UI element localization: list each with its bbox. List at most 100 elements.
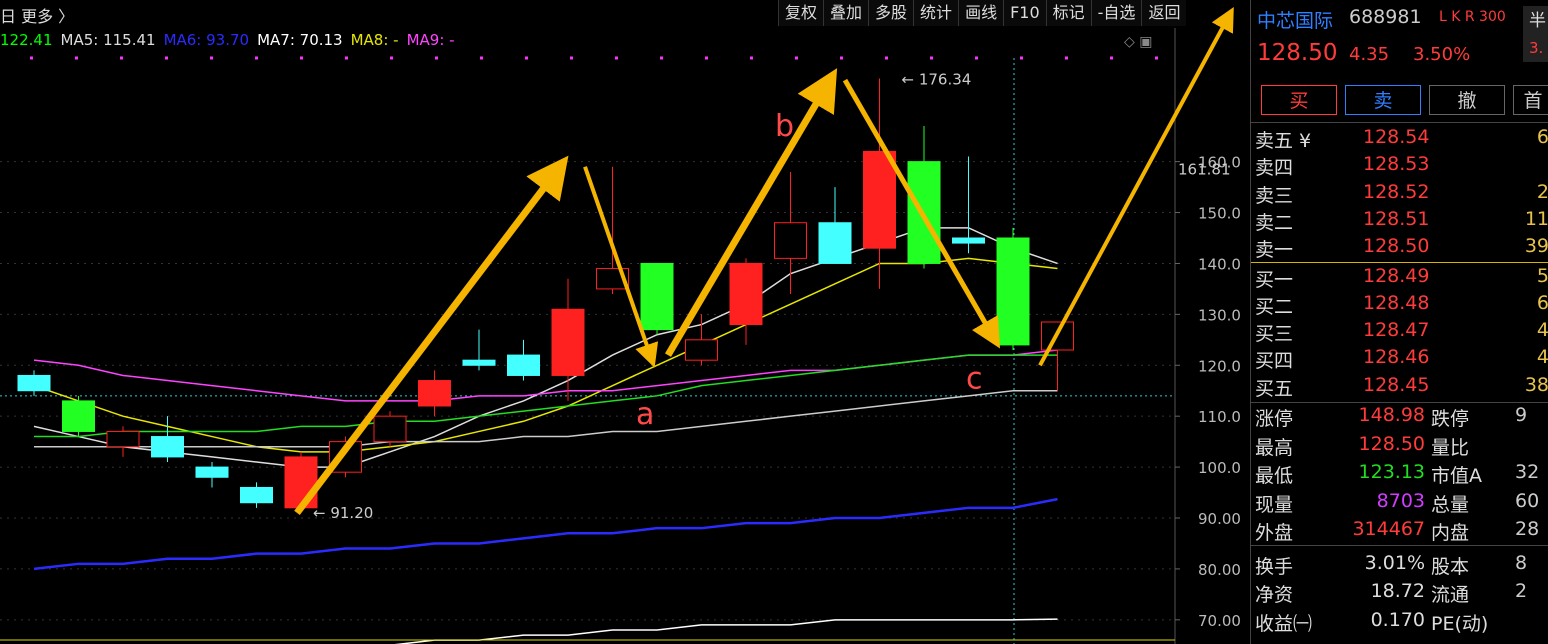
level-volume: 38 — [1524, 373, 1548, 396]
kline-chart[interactable]: 160.0150.0140.0130.0120.0110.0100.090.00… — [0, 0, 1250, 644]
stats-row: 现量 8703 总量 60 — [1255, 488, 1548, 516]
level-label: 卖四 — [1255, 157, 1294, 180]
ma-line-ma5b — [34, 389, 1058, 448]
stat-value: 60 — [1515, 489, 1540, 512]
buy-button[interactable]: 买 — [1261, 85, 1337, 115]
level-label: 卖二 — [1255, 211, 1294, 234]
toolbar-button[interactable]: 画线 — [958, 0, 1004, 26]
ma-legend-item: MA5: 115.41 — [60, 31, 156, 49]
period-selector[interactable]: 日 更多 〉 — [0, 3, 74, 27]
chart-settings-icons[interactable]: ◇ ▣ — [1124, 34, 1152, 50]
stat-label: 市值A — [1431, 465, 1482, 487]
last-price: 128.50 — [1257, 40, 1338, 66]
stat-value: 9 — [1515, 404, 1528, 426]
wave-label: b — [775, 109, 794, 144]
divider — [1251, 545, 1548, 546]
level-label: 卖一 — [1255, 239, 1294, 262]
toolbar-button[interactable]: 标记 — [1045, 0, 1091, 26]
stat-value: 28 — [1515, 518, 1540, 540]
stat-value: 2 — [1515, 580, 1528, 602]
stat-value: 8 — [1515, 551, 1528, 574]
ma-line-ma9 — [33, 349, 1058, 402]
half-button[interactable]: 半 3. — [1523, 6, 1548, 62]
stat-label: 最低 — [1255, 465, 1294, 487]
stat-value: 0.170 — [1370, 608, 1425, 631]
stats-row: 换手 3.01% 股本 8 — [1255, 550, 1548, 578]
ask-row[interactable]: 卖二 128.51 11 — [1255, 206, 1548, 234]
candle-body — [774, 222, 807, 259]
stat-value: 32 — [1515, 461, 1540, 483]
quote-panel: 中芯国际 688981 L K R 300 半 3. 128.50 4.35 3… — [1250, 0, 1548, 644]
bid-row[interactable]: 买一 128.49 5 — [1255, 263, 1548, 291]
stat-label: 涨停 — [1255, 408, 1294, 430]
stock-name[interactable]: 中芯国际 — [1257, 6, 1333, 33]
stat-label: PE(动) — [1431, 612, 1489, 635]
wave-arrow-up-1 — [294, 155, 569, 516]
ma-legend-item: MA7: 70.13 — [257, 31, 343, 49]
stat-label: 跌停 — [1431, 408, 1470, 430]
level-price: 128.45 — [1363, 373, 1430, 396]
bid-row[interactable]: 买二 128.48 6 — [1255, 290, 1548, 318]
bid-row[interactable]: 买三 128.47 4 — [1255, 317, 1548, 346]
stat-label: 外盘 — [1255, 522, 1294, 544]
stat-value: 148.98 — [1358, 404, 1425, 426]
level-label: 卖三 — [1255, 184, 1294, 207]
toolbar-button[interactable]: 返回 — [1141, 0, 1187, 26]
ma-legend-item: MA8: - — [350, 31, 399, 49]
stat-value: 128.50 — [1358, 432, 1425, 455]
level-price: 128.52 — [1363, 180, 1430, 203]
candle-body — [284, 456, 318, 509]
toolbar-button[interactable]: 复权 — [778, 0, 824, 26]
level-volume: 11 — [1524, 207, 1548, 230]
toolbar-button[interactable]: 叠加 — [823, 0, 869, 26]
level-price: 128.53 — [1363, 153, 1430, 176]
cancel-order-button[interactable]: 撤 — [1429, 85, 1505, 115]
stat-label: 流通 — [1431, 584, 1470, 606]
bid-row[interactable]: 买四 128.46 4 — [1255, 344, 1548, 372]
stock-tag: L K R 300 — [1439, 9, 1506, 25]
stat-value: 18.72 — [1370, 580, 1425, 602]
kline-chart-area[interactable]: 160.0 150.0 140.0 130.0 120.0 110.0 100.0 90.00… — [0, 0, 1250, 644]
trade-buttons: 买 卖 撤 首 — [1261, 85, 1548, 115]
level-volume: 4 — [1536, 346, 1548, 369]
toolbar-button[interactable]: 多股 — [868, 0, 914, 26]
ask-row[interactable]: 卖五 ¥ 128.54 6 — [1255, 124, 1548, 152]
candle-body — [818, 222, 852, 264]
stats-row: 收益㈠ 0.170 PE(动) — [1255, 607, 1548, 635]
divider — [1251, 122, 1548, 123]
ask-row[interactable]: 卖一 128.50 39 — [1255, 233, 1548, 262]
toolbar-button[interactable]: 统计 — [913, 0, 959, 26]
level-price: 128.47 — [1363, 319, 1430, 342]
ma-legend: 122.41 MA5: 115.41 MA6: 93.70 MA7: 70.13 MA8… — [0, 31, 463, 49]
ma-line-ma6 — [33, 497, 1058, 571]
wave-label: c — [966, 362, 983, 397]
candle-body — [17, 374, 51, 392]
level-label: 买三 — [1255, 323, 1294, 346]
level-volume: 4 — [1536, 319, 1548, 342]
level-price: 128.49 — [1363, 264, 1430, 287]
candle-body — [863, 150, 896, 249]
stock-code: 688981 — [1349, 6, 1422, 28]
toolbar-button[interactable]: -自选 — [1090, 0, 1142, 26]
axis-tick-label: 110.0 — [1198, 408, 1241, 426]
stats-row: 最低 123.13 市值A 32 — [1255, 459, 1548, 487]
half-small-value: 3. — [1529, 39, 1544, 57]
stat-value: 3.01% — [1364, 551, 1425, 574]
high-price-label: ← 176.34 — [902, 70, 972, 88]
stat-label: 现量 — [1255, 493, 1294, 516]
level-price: 128.46 — [1363, 346, 1430, 369]
ask-row[interactable]: 卖四 128.53 — [1255, 151, 1548, 180]
bid-row[interactable]: 买五 128.45 38 — [1255, 372, 1548, 400]
sell-button[interactable]: 卖 — [1345, 85, 1421, 115]
toolbar-button[interactable]: F10 — [1003, 0, 1046, 26]
price-change: 4.35 — [1349, 44, 1390, 65]
level-volume: 2 — [1536, 180, 1548, 203]
ma-legend-item: MA6: 93.70 — [163, 31, 250, 49]
chart-toolbar: 复权 叠加 多股 统计 画线 F10 标记 -自选 返回 — [778, 0, 1187, 27]
ask-row[interactable]: 卖三 128.52 2 — [1255, 179, 1548, 207]
stat-label: 内盘 — [1431, 522, 1470, 544]
half-label: 半 — [1529, 11, 1546, 31]
stat-label: 最高 — [1255, 436, 1294, 459]
stat-label: 净资 — [1255, 584, 1294, 606]
more-button[interactable]: 首 — [1513, 85, 1548, 115]
